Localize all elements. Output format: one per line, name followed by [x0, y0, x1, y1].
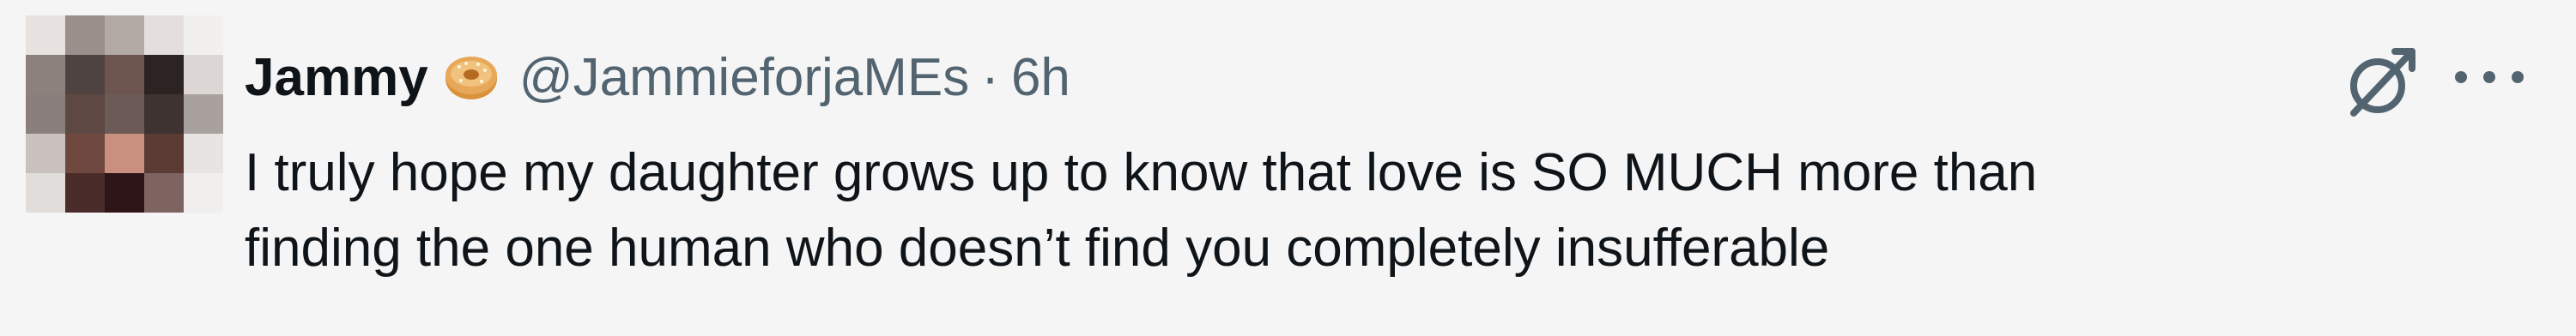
tweet-text-line: I truly hope my daughter grows up to kno… [245, 143, 2038, 202]
author-handle[interactable]: @JammieforjaMEs [519, 47, 970, 108]
tweet-text: I truly hope my daughter grows up to kno… [245, 135, 2528, 286]
tweet-text-line: finding the one human who doesn’t find y… [245, 219, 1830, 278]
more-options-icon[interactable] [2455, 60, 2524, 94]
author-name[interactable]: Jammy [245, 47, 428, 108]
more-dot [2455, 71, 2467, 83]
more-dot [2483, 71, 2495, 83]
more-dot [2512, 71, 2524, 83]
avatar[interactable] [26, 15, 223, 213]
grok-icon[interactable] [2338, 39, 2424, 125]
tweet: Jammy @JammieforjaMEs · 6h I truly hope … [0, 0, 2576, 336]
tweet-header: Jammy @JammieforjaMEs · 6h [245, 43, 1070, 111]
bagel-emoji-icon [440, 46, 502, 108]
timestamp[interactable]: 6h [1011, 47, 1070, 108]
separator-dot: · [981, 47, 999, 107]
